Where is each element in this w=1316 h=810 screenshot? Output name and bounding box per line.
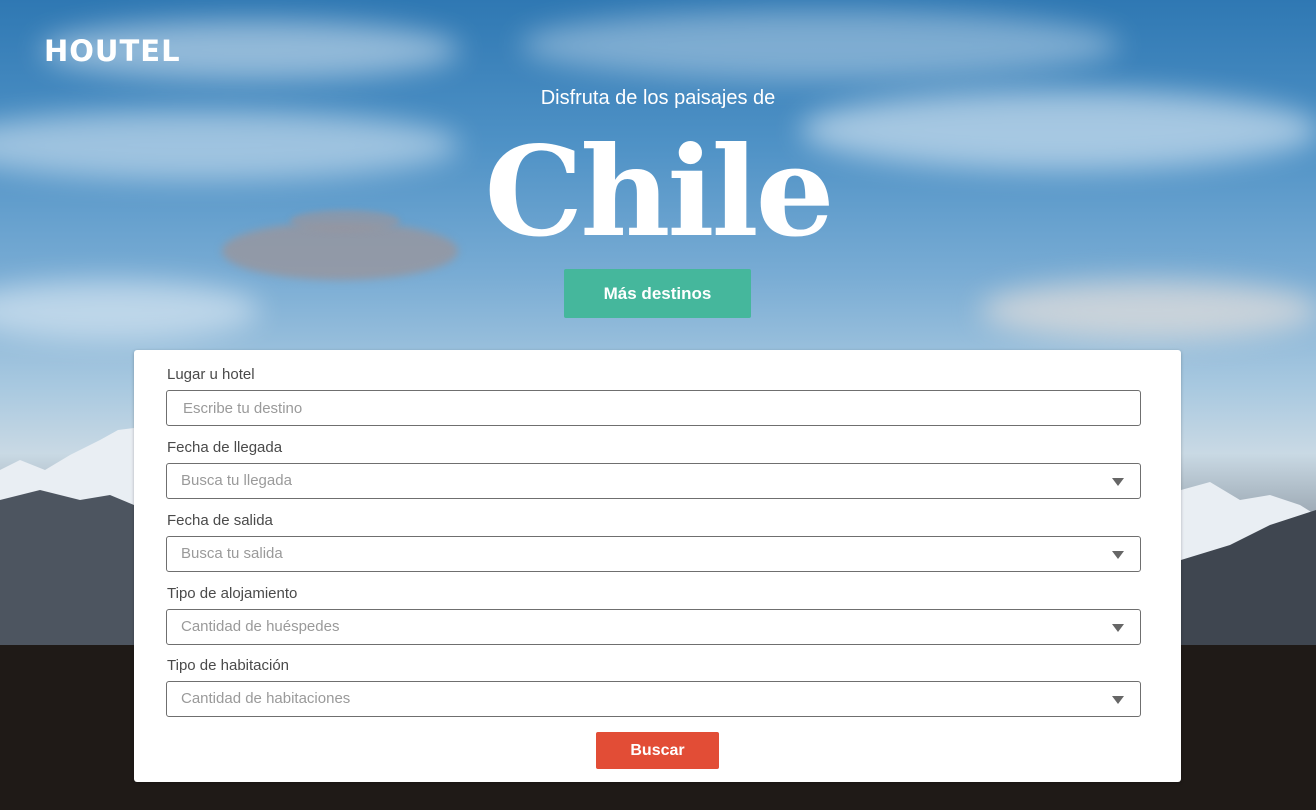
departure-date-label: Fecha de salida [167, 512, 273, 529]
brand-logo[interactable]: HOUTEL [44, 34, 181, 68]
chevron-down-icon[interactable] [1112, 551, 1124, 559]
hero-background: HOUTEL Disfruta de los paisajes de Chile… [0, 0, 1316, 810]
destination-input[interactable] [167, 391, 1140, 425]
destination-field[interactable] [166, 390, 1141, 426]
arrival-date-placeholder: Busca tu llegada [181, 472, 292, 489]
destination-label: Lugar u hotel [167, 366, 255, 383]
guests-placeholder: Cantidad de huéspedes [181, 618, 340, 635]
hero-headline: Chile [484, 120, 835, 265]
lodging-type-label: Tipo de alojamiento [167, 585, 298, 602]
chevron-down-icon[interactable] [1112, 696, 1124, 704]
room-type-label: Tipo de habitación [167, 657, 290, 674]
departure-date-placeholder: Busca tu salida [181, 545, 283, 562]
chevron-down-icon[interactable] [1112, 624, 1124, 632]
mountain-shadow-left [0, 490, 134, 650]
rooms-placeholder: Cantidad de habitaciones [181, 690, 351, 707]
guests-select[interactable]: Cantidad de huéspedes [166, 609, 1141, 645]
search-form: Lugar u hotel Fecha de llegada Busca tu … [134, 350, 1181, 782]
departure-date-select[interactable]: Busca tu salida [166, 536, 1141, 572]
arrival-date-label: Fecha de llegada [167, 439, 283, 456]
chevron-down-icon[interactable] [1112, 478, 1124, 486]
hero-subtitle: Disfruta de los paisajes de [540, 87, 776, 109]
rooms-select[interactable]: Cantidad de habitaciones [166, 681, 1141, 717]
more-destinations-button[interactable]: Más destinos [564, 269, 751, 318]
search-button[interactable]: Buscar [596, 732, 719, 769]
arrival-date-select[interactable]: Busca tu llegada [166, 463, 1141, 499]
